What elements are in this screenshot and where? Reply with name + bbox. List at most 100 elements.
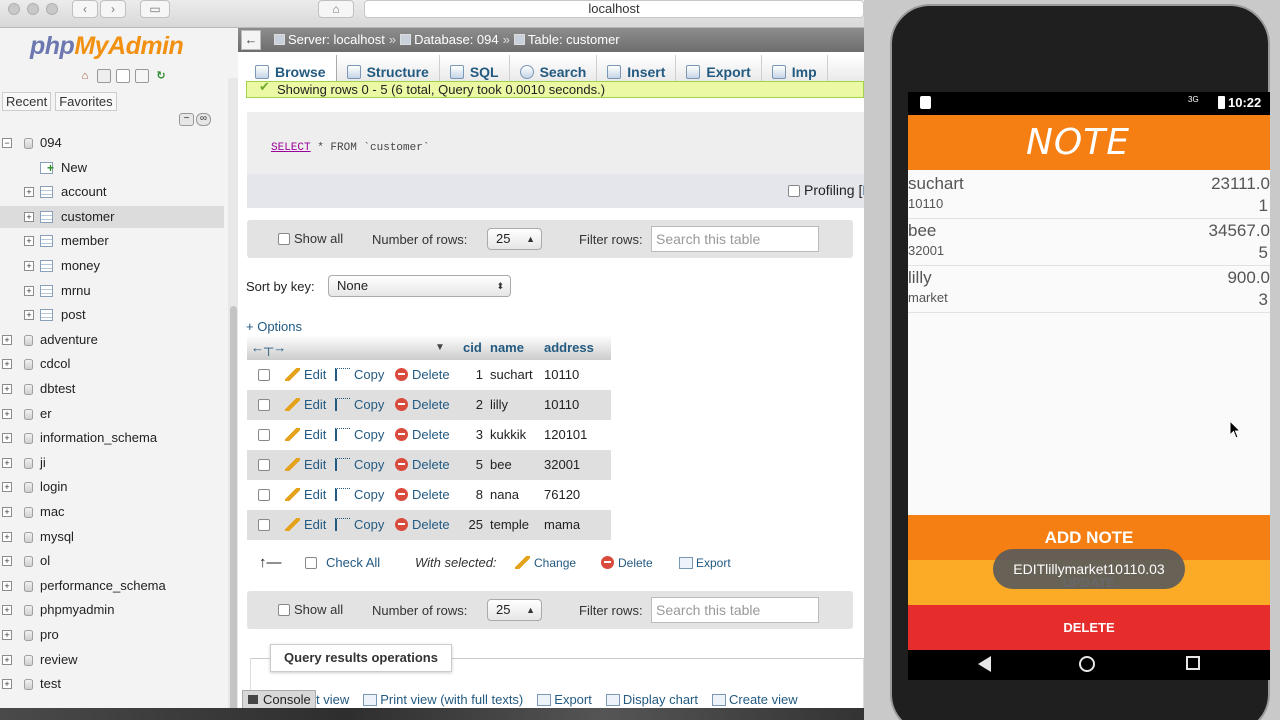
- cell-address[interactable]: 120101: [544, 420, 587, 450]
- expand-icon[interactable]: +: [2, 335, 12, 345]
- tree-item-db[interactable]: − 094: [0, 132, 224, 154]
- cell-cid[interactable]: 1: [476, 360, 483, 390]
- row-delete-link[interactable]: Delete: [395, 360, 450, 390]
- row-edit-link[interactable]: Edit: [285, 390, 326, 420]
- delete-button[interactable]: DELETE: [908, 605, 1270, 650]
- expand-icon[interactable]: +: [2, 605, 12, 615]
- collapse-all-button[interactable]: −: [179, 113, 194, 126]
- tree-item-table[interactable]: + post: [0, 304, 224, 326]
- row-checkbox[interactable]: [258, 429, 270, 441]
- breadcrumb-database[interactable]: Database: 094: [400, 28, 499, 52]
- tree-item-table[interactable]: + customer: [0, 206, 224, 228]
- cell-cid[interactable]: 3: [476, 420, 483, 450]
- row-checkbox[interactable]: [258, 519, 270, 531]
- expand-icon[interactable]: +: [2, 458, 12, 468]
- link-with-main-button[interactable]: ∞: [196, 113, 211, 126]
- breadcrumb-table[interactable]: Table: customer: [513, 28, 620, 52]
- cell-name[interactable]: bee: [490, 450, 512, 480]
- nav-scrollbar-thumb[interactable]: [230, 306, 237, 716]
- column-header-address[interactable]: address: [544, 335, 594, 360]
- breadcrumb-server[interactable]: Server: localhost: [274, 28, 385, 52]
- tree-item-db[interactable]: + adventure: [0, 329, 224, 351]
- pma-logo[interactable]: phpMyAdmin: [30, 32, 184, 61]
- collapse-icon[interactable]: −: [2, 138, 12, 148]
- row-delete-link[interactable]: Delete: [395, 450, 450, 480]
- tree-item-table[interactable]: + money: [0, 255, 224, 277]
- expand-icon[interactable]: +: [2, 433, 12, 443]
- expand-icon[interactable]: +: [2, 409, 12, 419]
- list-item[interactable]: bee 32001 34567.0 5: [908, 219, 1270, 266]
- tree-item-table[interactable]: + account: [0, 181, 224, 203]
- expand-icon[interactable]: +: [24, 261, 34, 271]
- show-all-toggle[interactable]: Show all: [278, 231, 343, 246]
- row-copy-link[interactable]: Copy: [335, 360, 384, 390]
- cell-cid[interactable]: 5: [476, 450, 483, 480]
- expand-icon[interactable]: +: [2, 556, 12, 566]
- browser-forward-button[interactable]: ›: [100, 0, 126, 18]
- row-delete-link[interactable]: Delete: [395, 480, 450, 510]
- row-checkbox[interactable]: [258, 369, 270, 381]
- show-all-checkbox[interactable]: [278, 233, 290, 245]
- home-circle-icon[interactable]: [1079, 656, 1095, 672]
- address-bar[interactable]: localhost: [364, 0, 864, 18]
- row-edit-link[interactable]: Edit: [285, 510, 326, 540]
- row-copy-link[interactable]: Copy: [335, 480, 384, 510]
- window-close-button[interactable]: [8, 3, 20, 15]
- sidebar-toggle-button[interactable]: ▭: [140, 0, 170, 18]
- expand-icon[interactable]: +: [24, 286, 34, 296]
- cell-name[interactable]: suchart: [490, 360, 533, 390]
- tree-item-db[interactable]: + performance_schema: [0, 575, 224, 597]
- browser-back-button[interactable]: ‹: [72, 0, 98, 18]
- cell-address[interactable]: 32001: [544, 450, 580, 480]
- tree-item-db[interactable]: + er: [0, 403, 224, 425]
- tree-item-table[interactable]: + mrnu: [0, 280, 224, 302]
- num-rows-select-bottom[interactable]: 25 ▲: [487, 599, 542, 621]
- nav-scrollbar[interactable]: [228, 78, 238, 718]
- tree-item-db[interactable]: + pro: [0, 624, 224, 646]
- filter-rows-input-bottom[interactable]: Search this table: [651, 597, 819, 623]
- docs-icon[interactable]: [116, 69, 130, 83]
- tree-item-db[interactable]: + dbtest: [0, 378, 224, 400]
- bulk-export-button[interactable]: Export: [679, 548, 731, 578]
- home-icon[interactable]: ⌂: [78, 69, 92, 83]
- row-copy-link[interactable]: Copy: [335, 450, 384, 480]
- cell-name[interactable]: temple: [490, 510, 529, 540]
- tab-favorites[interactable]: Favorites: [55, 92, 117, 111]
- expand-icon[interactable]: +: [2, 679, 12, 689]
- expand-icon[interactable]: +: [2, 359, 12, 369]
- num-rows-select[interactable]: 25 ▲: [487, 228, 542, 250]
- tree-item-db[interactable]: + phpmyadmin: [0, 599, 224, 621]
- expand-icon[interactable]: +: [2, 384, 12, 394]
- expand-icon[interactable]: +: [2, 630, 12, 640]
- show-all-toggle-bottom[interactable]: Show all: [278, 602, 343, 617]
- bulk-change-button[interactable]: Change: [515, 548, 576, 578]
- column-menu-icon[interactable]: ▼: [435, 335, 445, 360]
- tree-item-db[interactable]: + cdcol: [0, 353, 224, 375]
- cell-cid[interactable]: 8: [476, 480, 483, 510]
- tree-item-db[interactable]: + test: [0, 673, 224, 695]
- expand-icon[interactable]: +: [2, 532, 12, 542]
- row-edit-link[interactable]: Edit: [285, 450, 326, 480]
- expand-icon[interactable]: +: [24, 310, 34, 320]
- row-copy-link[interactable]: Copy: [335, 510, 384, 540]
- row-checkbox[interactable]: [258, 489, 270, 501]
- options-link[interactable]: + Options: [246, 319, 302, 334]
- check-all-label[interactable]: Check All: [326, 548, 380, 578]
- cell-name[interactable]: nana: [490, 480, 519, 510]
- window-minimize-button[interactable]: [27, 3, 39, 15]
- cell-address[interactable]: 10110: [544, 390, 579, 420]
- expand-icon[interactable]: +: [2, 482, 12, 492]
- expand-icon[interactable]: +: [24, 236, 34, 246]
- row-delete-link[interactable]: Delete: [395, 510, 450, 540]
- tree-item-db[interactable]: + review: [0, 649, 224, 671]
- show-all-checkbox-bottom[interactable]: [278, 604, 290, 616]
- cell-address[interactable]: 10110: [544, 360, 579, 390]
- sql-keyword-select[interactable]: SELECT: [271, 142, 311, 154]
- list-item[interactable]: lilly market 900.0 3: [908, 266, 1270, 313]
- row-edit-link[interactable]: Edit: [285, 420, 326, 450]
- tree-item-db[interactable]: + mysql: [0, 526, 224, 548]
- tree-item-db[interactable]: + ji: [0, 452, 224, 474]
- display-chart-link[interactable]: Display chart: [605, 692, 698, 707]
- tree-item-new[interactable]: New: [0, 157, 224, 179]
- row-delete-link[interactable]: Delete: [395, 420, 450, 450]
